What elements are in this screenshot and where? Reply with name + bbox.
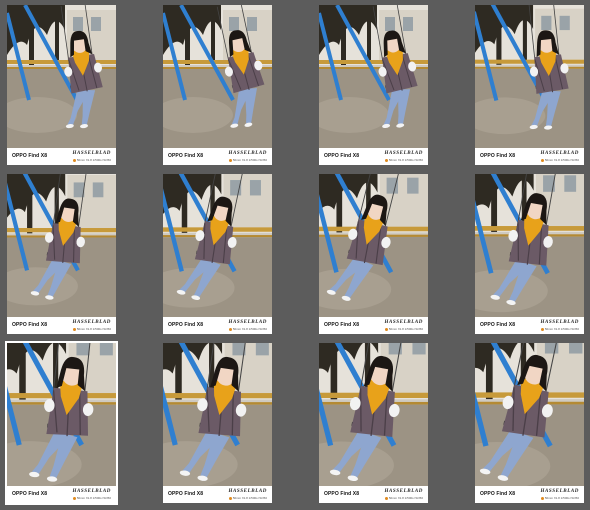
- photo-thumbnail[interactable]: OPPO Find X8 HASSELBLAD 50mm f/1.8 1/500…: [163, 174, 272, 334]
- watermark-bar: OPPO Find X8 HASSELBLAD 50mm f/1.8 1/500…: [7, 486, 116, 503]
- brand-dot-icon: [540, 496, 544, 500]
- watermark-bar: OPPO Find X8 HASSELBLAD 50mm f/1.8 1/500…: [319, 486, 428, 503]
- swing-scene: [7, 174, 116, 317]
- brand-dot-icon: [228, 496, 232, 500]
- brand-dot-icon: [384, 327, 388, 331]
- exif-info: 50mm f/1.8 1/500s ISO50: [384, 496, 423, 500]
- hasselblad-logo: HASSELBLAD: [540, 151, 579, 156]
- exif-info: 50mm f/1.8 1/500s ISO50: [540, 158, 579, 162]
- watermark-bar: OPPO Find X8 HASSELBLAD 50mm f/1.8 1/500…: [475, 486, 584, 503]
- swing-scene: [163, 5, 272, 148]
- hasselblad-logo: HASSELBLAD: [384, 320, 423, 325]
- watermark-bar: OPPO Find X8 HASSELBLAD 50mm f/1.8 1/500…: [163, 148, 272, 165]
- swing-scene: [319, 5, 428, 148]
- swing-scene: [319, 343, 428, 486]
- exif-info: 50mm f/1.8 1/500s ISO50: [384, 327, 423, 331]
- exif-info: 50mm f/1.8 1/500s ISO50: [228, 158, 267, 162]
- exif-info: 50mm f/1.8 1/500s ISO50: [228, 496, 267, 500]
- photo-thumbnail-selected[interactable]: OPPO Find X8 HASSELBLAD 50mm f/1.8 1/500…: [5, 341, 118, 505]
- hasselblad-logo: HASSELBLAD: [384, 151, 423, 156]
- photo-thumbnail[interactable]: OPPO Find X8 HASSELBLAD 50mm f/1.8 1/500…: [163, 5, 272, 165]
- swing-photo: [163, 5, 272, 148]
- brand-dot-icon: [384, 496, 388, 500]
- camera-model-label: OPPO Find X8: [324, 491, 360, 497]
- hasselblad-logo: HASSELBLAD: [72, 151, 111, 156]
- swing-scene: [319, 174, 428, 317]
- brand-dot-icon: [72, 327, 76, 331]
- watermark-bar: OPPO Find X8 HASSELBLAD 50mm f/1.8 1/500…: [7, 148, 116, 165]
- swing-photo: [475, 174, 584, 317]
- camera-model-label: OPPO Find X8: [12, 153, 48, 159]
- swing-scene: [163, 343, 272, 486]
- swing-scene: [7, 5, 116, 148]
- photo-thumbnail[interactable]: OPPO Find X8 HASSELBLAD 50mm f/1.8 1/500…: [319, 343, 428, 503]
- camera-model-label: OPPO Find X8: [168, 322, 204, 328]
- exif-info: 50mm f/1.8 1/500s ISO50: [228, 327, 267, 331]
- hasselblad-logo: HASSELBLAD: [72, 320, 111, 325]
- swing-photo: [475, 5, 584, 148]
- swing-photo: [7, 174, 116, 317]
- swing-scene: [475, 343, 584, 486]
- photo-thumbnail[interactable]: OPPO Find X8 HASSELBLAD 50mm f/1.8 1/500…: [163, 343, 272, 503]
- swing-photo: [163, 174, 272, 317]
- camera-model-label: OPPO Find X8: [324, 153, 360, 159]
- swing-photo: [319, 5, 428, 148]
- watermark-bar: OPPO Find X8 HASSELBLAD 50mm f/1.8 1/500…: [475, 317, 584, 334]
- watermark-bar: OPPO Find X8 HASSELBLAD 50mm f/1.8 1/500…: [163, 317, 272, 334]
- exif-info: 50mm f/1.8 1/500s ISO50: [540, 327, 579, 331]
- camera-model-label: OPPO Find X8: [324, 322, 360, 328]
- photo-thumbnail[interactable]: OPPO Find X8 HASSELBLAD 50mm f/1.8 1/500…: [319, 174, 428, 334]
- watermark-bar: OPPO Find X8 HASSELBLAD 50mm f/1.8 1/500…: [319, 317, 428, 334]
- swing-photo: [7, 5, 116, 148]
- photo-thumbnail[interactable]: OPPO Find X8 HASSELBLAD 50mm f/1.8 1/500…: [7, 174, 116, 334]
- photo-thumbnail[interactable]: OPPO Find X8 HASSELBLAD 50mm f/1.8 1/500…: [7, 5, 116, 165]
- hasselblad-logo: HASSELBLAD: [228, 151, 267, 156]
- watermark-bar: OPPO Find X8 HASSELBLAD 50mm f/1.8 1/500…: [163, 486, 272, 503]
- brand-dot-icon: [228, 158, 232, 162]
- hasselblad-logo: HASSELBLAD: [228, 489, 267, 494]
- camera-model-label: OPPO Find X8: [480, 322, 516, 328]
- exif-info: 50mm f/1.8 1/500s ISO50: [72, 327, 111, 331]
- hasselblad-logo: HASSELBLAD: [72, 489, 111, 494]
- brand-dot-icon: [540, 327, 544, 331]
- swing-photo: [319, 343, 428, 486]
- camera-model-label: OPPO Find X8: [480, 153, 516, 159]
- exif-info: 50mm f/1.8 1/500s ISO50: [72, 158, 111, 162]
- swing-scene: [163, 174, 272, 317]
- swing-scene: [7, 343, 116, 486]
- watermark-bar: OPPO Find X8 HASSELBLAD 50mm f/1.8 1/500…: [7, 317, 116, 334]
- camera-model-label: OPPO Find X8: [12, 322, 48, 328]
- watermark-bar: OPPO Find X8 HASSELBLAD 50mm f/1.8 1/500…: [475, 148, 584, 165]
- exif-info: 50mm f/1.8 1/500s ISO50: [384, 158, 423, 162]
- hasselblad-logo: HASSELBLAD: [228, 320, 267, 325]
- camera-model-label: OPPO Find X8: [12, 491, 48, 497]
- swing-scene: [475, 174, 584, 317]
- photo-thumbnail[interactable]: OPPO Find X8 HASSELBLAD 50mm f/1.8 1/500…: [475, 343, 584, 503]
- swing-photo: [475, 343, 584, 486]
- hasselblad-logo: HASSELBLAD: [540, 320, 579, 325]
- photo-thumbnail[interactable]: OPPO Find X8 HASSELBLAD 50mm f/1.8 1/500…: [475, 174, 584, 334]
- brand-dot-icon: [540, 158, 544, 162]
- hasselblad-logo: HASSELBLAD: [384, 489, 423, 494]
- exif-info: 50mm f/1.8 1/500s ISO50: [72, 496, 111, 500]
- hasselblad-logo: HASSELBLAD: [540, 489, 579, 494]
- brand-dot-icon: [228, 327, 232, 331]
- swing-photo: [163, 343, 272, 486]
- camera-model-label: OPPO Find X8: [480, 491, 516, 497]
- camera-model-label: OPPO Find X8: [168, 491, 204, 497]
- photo-thumbnail[interactable]: OPPO Find X8 HASSELBLAD 50mm f/1.8 1/500…: [475, 5, 584, 165]
- brand-dot-icon: [384, 158, 388, 162]
- swing-photo: [7, 343, 116, 486]
- photo-grid: OPPO Find X8 HASSELBLAD 50mm f/1.8 1/500…: [0, 0, 590, 510]
- swing-scene: [475, 5, 584, 148]
- brand-dot-icon: [72, 158, 76, 162]
- swing-photo: [319, 174, 428, 317]
- camera-model-label: OPPO Find X8: [168, 153, 204, 159]
- brand-dot-icon: [72, 496, 76, 500]
- photo-thumbnail[interactable]: OPPO Find X8 HASSELBLAD 50mm f/1.8 1/500…: [319, 5, 428, 165]
- exif-info: 50mm f/1.8 1/500s ISO50: [540, 496, 579, 500]
- watermark-bar: OPPO Find X8 HASSELBLAD 50mm f/1.8 1/500…: [319, 148, 428, 165]
